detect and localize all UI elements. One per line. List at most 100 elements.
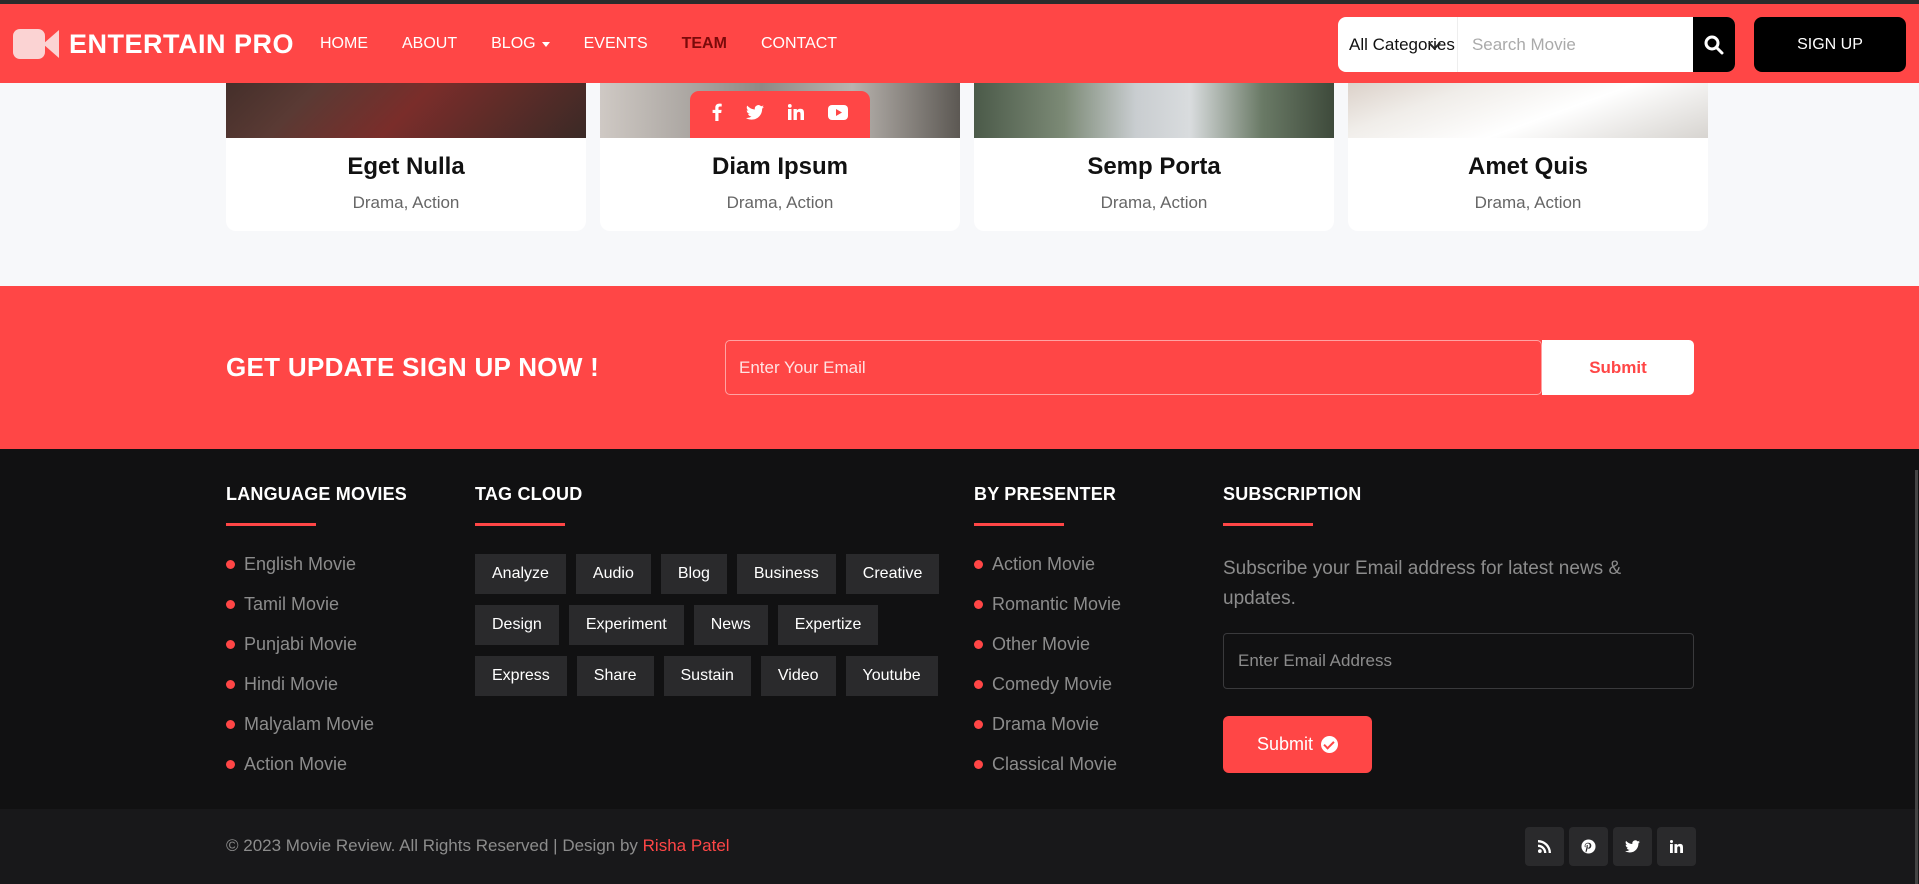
nav-home[interactable]: HOME — [320, 35, 368, 53]
card-title: Semp Porta — [1087, 153, 1221, 180]
card-genres: Drama, Action — [1100, 193, 1208, 212]
list-item-label: Malyalam Movie — [244, 713, 375, 734]
card-genres: Drama, Action — [352, 193, 460, 212]
nav-events[interactable]: EVENTS — [584, 35, 648, 53]
submit-label: Submit — [1256, 734, 1314, 754]
author-link[interactable]: Risha Patel — [643, 836, 730, 855]
title-underline — [974, 523, 1064, 526]
list-item[interactable]: Action Movie — [974, 544, 1121, 584]
list-item[interactable]: Action Movie — [226, 744, 374, 784]
card-title: Amet Quis — [1467, 153, 1589, 180]
bullet-dot — [226, 759, 235, 769]
tag[interactable]: Video — [760, 656, 836, 696]
bullet-dot — [974, 559, 983, 569]
tag[interactable]: Express — [475, 656, 567, 696]
list-item-label: Punjabi Movie — [244, 633, 358, 654]
newsletter-section: GET UPDATE SIGN UP NOW ! Submit — [0, 286, 1919, 449]
list-item[interactable]: Hindi Movie — [226, 664, 374, 704]
presenter-list: Action Movie Romantic Movie Other Movie … — [974, 544, 1121, 784]
nav-about[interactable]: ABOUT — [402, 35, 457, 53]
bullet-dot — [226, 639, 235, 649]
search-button[interactable] — [1692, 17, 1735, 72]
bullet-dot — [226, 719, 235, 729]
list-item[interactable]: Classical Movie — [974, 744, 1121, 784]
tag[interactable]: Expertize — [777, 605, 879, 645]
copyright: © 2023 Movie Review. All Rights Reserved… — [226, 836, 730, 856]
search-input[interactable] — [1457, 17, 1693, 72]
by-presenter-title: BY PRESENTER — [974, 484, 1117, 504]
linkedin-icon[interactable] — [1657, 827, 1696, 866]
bullet-dot — [974, 679, 983, 689]
tag[interactable]: Audio — [575, 554, 651, 594]
site-logo[interactable]: ENTERTAIN PRO — [13, 26, 294, 62]
tag[interactable]: Business — [736, 554, 836, 594]
list-item[interactable]: Romantic Movie — [974, 584, 1121, 624]
list-item-label: Hindi Movie — [244, 673, 339, 694]
list-item[interactable]: Tamil Movie — [226, 584, 374, 624]
language-movies-list: English Movie Tamil Movie Punjabi Movie … — [226, 544, 374, 784]
newsletter-submit-button[interactable]: Submit — [1542, 340, 1694, 395]
bullet-dot — [974, 599, 983, 609]
tag[interactable]: Youtube — [845, 656, 938, 696]
tag[interactable]: Share — [576, 656, 654, 696]
list-item-label: Romantic Movie — [992, 593, 1122, 614]
newsletter-email-input[interactable] — [725, 340, 1542, 395]
card-genres: Drama, Action — [726, 193, 834, 212]
subscription-text: Subscribe your Email address for latest … — [1223, 558, 1622, 609]
twitter-icon[interactable] — [746, 104, 764, 125]
title-underline — [475, 523, 565, 526]
twitter-icon[interactable] — [1613, 827, 1652, 866]
subscription-submit-button[interactable]: Submit — [1223, 716, 1372, 773]
list-item-label: English Movie — [244, 553, 357, 574]
bullet-dot — [226, 679, 235, 689]
tag-cloud: Analyze Audio Blog Business Creative Des… — [475, 554, 955, 696]
rss-icon[interactable] — [1525, 827, 1564, 866]
pinterest-icon[interactable] — [1569, 827, 1608, 866]
bullet-dot — [226, 599, 235, 609]
list-item[interactable]: Drama Movie — [974, 704, 1121, 744]
search-bar: All Categories — [1338, 17, 1735, 72]
list-item[interactable]: Malyalam Movie — [226, 704, 374, 744]
nav-blog[interactable]: BLOG — [491, 35, 550, 53]
bottom-bar: © 2023 Movie Review. All Rights Reserved… — [0, 809, 1919, 884]
tag-cloud-title: TAG CLOUD — [475, 484, 583, 504]
bullet-dot — [226, 559, 235, 569]
main-nav: HOME ABOUT BLOG EVENTS TEAM CONTACT — [320, 35, 871, 53]
check-circle-icon — [1321, 736, 1339, 753]
linkedin-icon[interactable] — [787, 104, 804, 125]
category-select[interactable]: All Categories — [1338, 17, 1458, 72]
site-footer: LANGUAGE MOVIES English Movie Tamil Movi… — [0, 449, 1919, 809]
tag[interactable]: Experiment — [568, 605, 684, 645]
bottom-social-links — [1525, 827, 1696, 866]
facebook-icon[interactable] — [712, 103, 722, 126]
sign-up-button[interactable]: SIGN UP — [1754, 17, 1906, 72]
tag[interactable]: News — [693, 605, 768, 645]
tag[interactable]: Blog — [660, 554, 727, 594]
youtube-icon[interactable] — [828, 104, 848, 125]
nav-contact[interactable]: CONTACT — [761, 35, 837, 53]
tag[interactable]: Analyze — [475, 554, 566, 594]
list-item-label: Comedy Movie — [992, 673, 1113, 694]
tag[interactable]: Creative — [845, 554, 940, 594]
tag[interactable]: Design — [475, 605, 559, 645]
page-scrollbar[interactable] — [1915, 470, 1918, 884]
list-item[interactable]: Punjabi Movie — [226, 624, 374, 664]
tag[interactable]: Sustain — [663, 656, 751, 696]
subscription-email-input[interactable] — [1223, 633, 1694, 689]
title-underline — [226, 523, 316, 526]
newsletter-title: GET UPDATE SIGN UP NOW ! — [226, 352, 600, 382]
copyright-text: © 2023 Movie Review. All Rights Reserved… — [226, 836, 643, 855]
list-item[interactable]: English Movie — [226, 544, 374, 584]
title-underline — [1223, 523, 1313, 526]
nav-team[interactable]: TEAM — [682, 35, 727, 53]
card-title: Diam Ipsum — [711, 153, 849, 180]
site-header: ENTERTAIN PRO HOME ABOUT BLOG EVENTS TEA… — [0, 4, 1919, 83]
subscription-title: SUBSCRIPTION — [1223, 484, 1362, 504]
bullet-dot — [974, 759, 983, 769]
list-item[interactable]: Other Movie — [974, 624, 1121, 664]
logo-text: ENTERTAIN PRO — [69, 28, 295, 59]
list-item[interactable]: Comedy Movie — [974, 664, 1121, 704]
list-item-label: Action Movie — [244, 753, 348, 774]
bullet-dot — [974, 639, 983, 649]
list-item-label: Classical Movie — [992, 753, 1118, 774]
